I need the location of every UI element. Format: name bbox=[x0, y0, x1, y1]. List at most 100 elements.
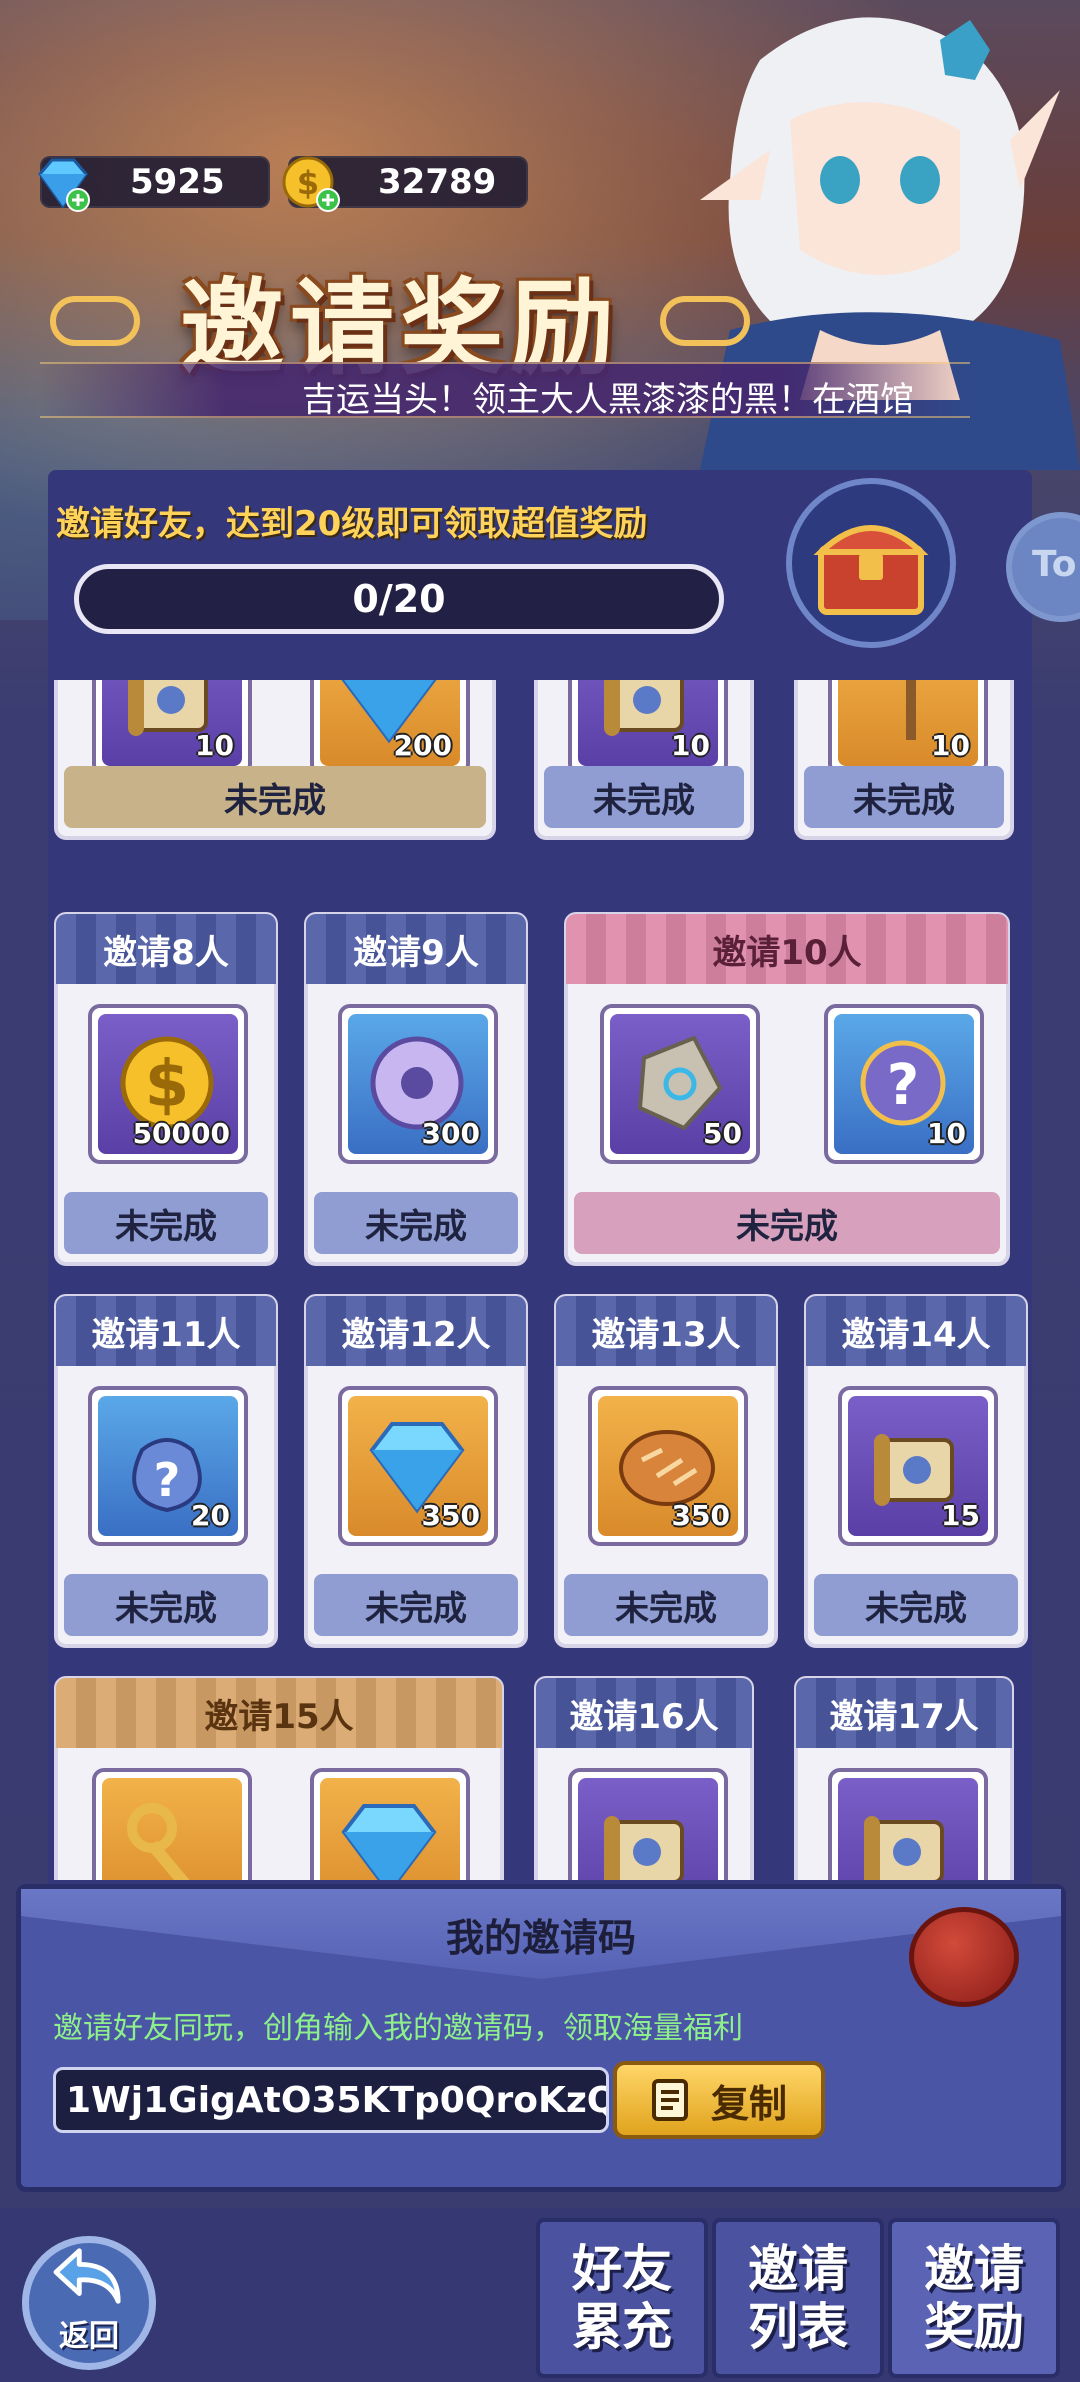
reward-status-bar: 未完成 bbox=[814, 1574, 1018, 1636]
reward-item-frame: 350 bbox=[348, 1396, 488, 1536]
reward-card-title: 邀请14人 bbox=[806, 1296, 1026, 1366]
reward-item-frame: $50000 bbox=[98, 1014, 238, 1154]
reward-card[interactable]: 邀请14人 15 未完成 bbox=[804, 1294, 1028, 1648]
tab-invite-rewards-label: 邀请奖励 bbox=[924, 2240, 1024, 2356]
reward-item[interactable]: 350 bbox=[588, 1386, 748, 1546]
reward-status-bar: 未完成 bbox=[564, 1574, 768, 1636]
svg-text:$: $ bbox=[145, 1048, 190, 1122]
reward-status-bar: 未完成 bbox=[64, 1192, 268, 1254]
reward-item-quantity: 300 bbox=[421, 1117, 480, 1150]
reward-item[interactable] bbox=[310, 1768, 470, 1880]
reward-item-quantity: 15 bbox=[941, 1499, 980, 1532]
reward-item-frame bbox=[102, 1778, 242, 1880]
copy-button[interactable]: 复制 bbox=[613, 2061, 825, 2139]
copy-icon bbox=[651, 2079, 688, 2121]
reward-item-frame: ? 20 bbox=[98, 1396, 238, 1536]
reward-item-frame: 10 bbox=[102, 680, 242, 766]
reward-item-quantity: 10 bbox=[195, 729, 234, 762]
reward-item-quantity: 10 bbox=[927, 1117, 966, 1150]
title-ornament-left bbox=[50, 296, 140, 346]
reward-item-quantity: 200 bbox=[393, 729, 452, 762]
reward-item-frame: 300 bbox=[348, 1014, 488, 1154]
reward-card[interactable]: 邀请15人 bbox=[54, 1676, 504, 1880]
reward-item-frame: 50 bbox=[610, 1014, 750, 1154]
diamond-counter[interactable]: 5925 bbox=[38, 156, 270, 212]
reward-item[interactable]: ? 10 bbox=[824, 1004, 984, 1164]
reward-item-frame: 10 bbox=[838, 680, 978, 766]
reward-card[interactable]: 邀请11人? 20 未完成 bbox=[54, 1294, 278, 1648]
reward-card[interactable]: 邀请16人 bbox=[534, 1676, 754, 1880]
reward-item[interactable]: 50 bbox=[600, 1004, 760, 1164]
reward-item[interactable]: 350 bbox=[338, 1386, 498, 1546]
reward-card[interactable]: 邀请12人 350 未完成 bbox=[304, 1294, 528, 1648]
title-ornament-right bbox=[660, 296, 750, 346]
reward-card-title: 邀请13人 bbox=[556, 1296, 776, 1366]
reward-item-quantity: 10 bbox=[671, 729, 710, 762]
reward-item[interactable]: 10 bbox=[828, 680, 988, 776]
reward-item-frame bbox=[838, 1778, 978, 1880]
reward-card[interactable]: 邀请17人 bbox=[794, 1676, 1014, 1880]
reward-item-frame: 15 bbox=[848, 1396, 988, 1536]
reward-item[interactable] bbox=[92, 1768, 252, 1880]
invite-code-description: 邀请好友同玩，创角输入我的邀请码，领取海量福利 bbox=[53, 2011, 743, 2046]
gold-coin-plus-icon: $ bbox=[282, 156, 340, 212]
scroll-icon bbox=[864, 1816, 944, 1880]
reward-item[interactable]: 200 bbox=[310, 680, 470, 776]
diamond-plus-icon bbox=[38, 158, 90, 212]
tab-invite-rewards[interactable]: 邀请奖励 bbox=[888, 2218, 1060, 2378]
reward-item-quantity: 350 bbox=[421, 1499, 480, 1532]
reward-status-bar: 未完成 bbox=[314, 1574, 518, 1636]
reward-card-grid[interactable]: 10 200 未完成 10 未完成 10 未完成 邀请8人 $50000 未完成 邀请9人 300 未完… bbox=[48, 680, 1032, 1880]
wax-seal-icon bbox=[909, 1907, 1019, 2007]
reward-card[interactable]: 10 未完成 bbox=[794, 680, 1014, 840]
svg-text:?: ? bbox=[154, 1453, 181, 1507]
gold-counter[interactable]: $ 32789 bbox=[282, 156, 528, 212]
reward-item[interactable]: 15 bbox=[838, 1386, 998, 1546]
reward-status-bar: 未完成 bbox=[64, 1574, 268, 1636]
tab-friend-recharge-label: 好友累充 bbox=[572, 2240, 672, 2356]
invite-rewards-screen: 5925 $ 32789 邀请奖励 吉运当头！领主大人黑漆漆的黑！在酒馆 邀请好… bbox=[0, 0, 1080, 2382]
reward-card[interactable]: 邀请9人 300 未完成 bbox=[304, 912, 528, 1266]
scroll-icon bbox=[604, 1816, 684, 1880]
reward-item-frame: 200 bbox=[320, 680, 460, 766]
reward-card[interactable]: 邀请13人 350 未完成 bbox=[554, 1294, 778, 1648]
tab-invite-list-label: 邀请列表 bbox=[748, 2240, 848, 2356]
reward-card[interactable]: 10 未完成 bbox=[534, 680, 754, 840]
reward-item[interactable]: 10 bbox=[568, 680, 728, 776]
copy-label: 复制 bbox=[710, 2081, 787, 2126]
reward-item[interactable] bbox=[568, 1768, 728, 1880]
reward-item-quantity: 50 bbox=[703, 1117, 742, 1150]
invite-code-panel: 我的邀请码 邀请好友同玩，创角输入我的邀请码，领取海量福利 1Wj1GigAtO… bbox=[16, 1884, 1066, 2192]
reward-card-title: 邀请8人 bbox=[56, 914, 276, 984]
diamond-icon bbox=[341, 1804, 437, 1880]
treasure-chest-button[interactable] bbox=[786, 478, 956, 648]
invite-code-field[interactable]: 1Wj1GigAtO35KTp0QroKzQ bbox=[53, 2067, 609, 2133]
reward-item[interactable] bbox=[828, 1768, 988, 1880]
tab-friend-recharge[interactable]: 好友累充 bbox=[536, 2218, 708, 2378]
invite-code-value: 1Wj1GigAtO35KTp0QroKzQ bbox=[66, 2079, 609, 2121]
reward-item-frame: ? 10 bbox=[834, 1014, 974, 1154]
diamond-amount: 5925 bbox=[130, 162, 225, 202]
gold-amount: 32789 bbox=[378, 162, 497, 202]
back-arrow-icon bbox=[53, 2248, 121, 2304]
reward-status-bar: 未完成 bbox=[804, 766, 1004, 828]
reward-item[interactable]: 300 bbox=[338, 1004, 498, 1164]
reward-item[interactable]: ? 20 bbox=[88, 1386, 248, 1546]
announcement-marquee: 吉运当头！领主大人黑漆漆的黑！在酒馆 bbox=[40, 362, 970, 418]
reward-item-frame bbox=[320, 1778, 460, 1880]
reward-status-bar: 未完成 bbox=[314, 1192, 518, 1254]
reward-item[interactable]: 10 bbox=[92, 680, 252, 776]
svg-text:?: ? bbox=[887, 1053, 919, 1118]
key-icon bbox=[127, 1803, 193, 1880]
reward-status-bar: 未完成 bbox=[574, 1192, 1000, 1254]
back-button[interactable]: 返回 bbox=[22, 2236, 156, 2370]
reward-status-bar: 未完成 bbox=[544, 766, 744, 828]
reward-item[interactable]: $50000 bbox=[88, 1004, 248, 1164]
back-label: 返回 bbox=[59, 2319, 119, 2354]
tab-invite-list[interactable]: 邀请列表 bbox=[712, 2218, 884, 2378]
invite-progress-text: 0/20 bbox=[352, 577, 446, 621]
reward-card[interactable]: 邀请10人 50? 10 未完成 bbox=[564, 912, 1010, 1266]
treasure-chest-icon bbox=[813, 525, 929, 615]
reward-card[interactable]: 10 200 未完成 bbox=[54, 680, 496, 840]
reward-card[interactable]: 邀请8人 $50000 未完成 bbox=[54, 912, 278, 1266]
